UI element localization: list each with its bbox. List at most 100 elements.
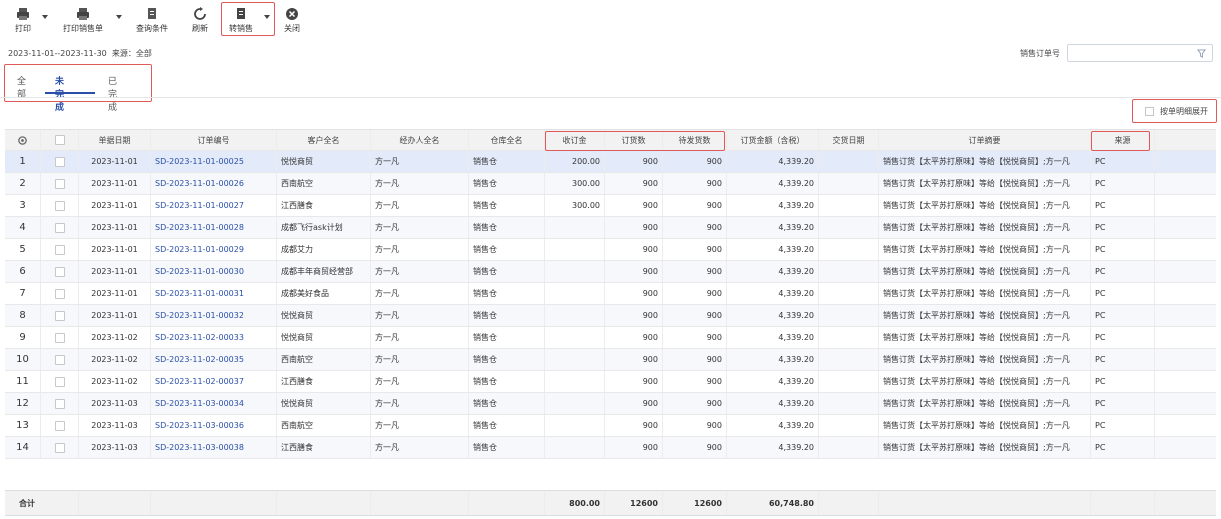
row-checkbox-cell[interactable]	[41, 217, 79, 238]
cell-order-no[interactable]: SD-2023-11-01-00031	[151, 283, 277, 304]
row-checkbox[interactable]	[54, 442, 65, 453]
table-row[interactable]: 13 2023-11-03 SD-2023-11-03-00036 西南航空 方一凡 销售…	[5, 415, 1216, 437]
query-button[interactable]: 查询条件	[132, 4, 172, 36]
cell-order-no[interactable]: SD-2023-11-03-00034	[151, 393, 277, 414]
col-delivery[interactable]: 交货日期	[819, 130, 879, 150]
table-row[interactable]: 10 2023-11-02 SD-2023-11-02-00035 西南航空 方一凡 销售…	[5, 349, 1216, 371]
row-checkbox[interactable]	[54, 244, 65, 255]
table-row[interactable]: 14 2023-11-03 SD-2023-11-03-00038 江西膳食 方一凡 销售…	[5, 437, 1216, 459]
cell-warehouse-text: 销售仓	[473, 311, 497, 320]
cell-source-text: PC	[1095, 267, 1106, 276]
print-sales-dropdown-caret[interactable]	[116, 15, 122, 19]
col-date[interactable]: 单据日期	[79, 130, 151, 150]
cell-order-no[interactable]: SD-2023-11-01-00032	[151, 305, 277, 326]
cell-order-no[interactable]: SD-2023-11-03-00038	[151, 437, 277, 458]
table-row[interactable]: 2 2023-11-01 SD-2023-11-01-00026 西南航空 方一凡 销售仓…	[5, 173, 1216, 195]
funnel-icon[interactable]	[1197, 49, 1206, 58]
col-handler[interactable]: 经办人全名	[371, 130, 469, 150]
cell-order-no[interactable]: SD-2023-11-01-00027	[151, 195, 277, 216]
row-checkbox[interactable]	[54, 398, 65, 409]
cell-order-no-text[interactable]: SD-2023-11-03-00038	[155, 443, 244, 452]
select-all-checkbox-cell[interactable]	[41, 130, 79, 150]
row-checkbox-cell[interactable]	[41, 305, 79, 326]
cell-order-no[interactable]: SD-2023-11-01-00026	[151, 173, 277, 194]
cell-order-no-text[interactable]: SD-2023-11-01-00025	[155, 157, 244, 166]
cell-order-no-text[interactable]: SD-2023-11-03-00034	[155, 399, 244, 408]
row-checkbox-cell[interactable]	[41, 173, 79, 194]
col-amount[interactable]: 订货金额（含税）	[727, 130, 819, 150]
cell-summary-text: 销售订货【太平苏打原味】等给【悦悦商贸】;方一凡	[883, 157, 1070, 166]
cell-order-no[interactable]: SD-2023-11-01-00029	[151, 239, 277, 260]
cell-order-no-text[interactable]: SD-2023-11-03-00036	[155, 421, 244, 430]
cell-order-no[interactable]: SD-2023-11-02-00033	[151, 327, 277, 348]
cell-order-no[interactable]: SD-2023-11-01-00025	[151, 151, 277, 172]
table-row[interactable]: 5 2023-11-01 SD-2023-11-01-00029 成都艾力 方一凡 销售仓…	[5, 239, 1216, 261]
row-checkbox[interactable]	[54, 376, 65, 387]
cell-order-no-text[interactable]: SD-2023-11-02-00037	[155, 377, 244, 386]
row-checkbox[interactable]	[54, 200, 65, 211]
table-row[interactable]: 6 2023-11-01 SD-2023-11-01-00030 成都丰年商贸经营部 方…	[5, 261, 1216, 283]
table-row[interactable]: 8 2023-11-01 SD-2023-11-01-00032 悦悦商贸 方一凡 销售仓…	[5, 305, 1216, 327]
table-row[interactable]: 11 2023-11-02 SD-2023-11-02-00037 江西膳食 方一凡 销售…	[5, 371, 1216, 393]
print-dropdown-caret[interactable]	[42, 15, 48, 19]
row-checkbox-cell[interactable]	[41, 415, 79, 436]
row-checkbox-cell[interactable]	[41, 327, 79, 348]
row-number: 3	[5, 195, 41, 216]
cell-customer: 成都艾力	[277, 239, 371, 260]
table-row[interactable]: 1 2023-11-01 SD-2023-11-01-00025 悦悦商贸 方一凡 销售仓…	[5, 151, 1216, 173]
row-checkbox[interactable]	[54, 354, 65, 365]
cell-order-no[interactable]: SD-2023-11-01-00028	[151, 217, 277, 238]
cell-qty: 900	[605, 393, 663, 414]
table-row[interactable]: 7 2023-11-01 SD-2023-11-01-00031 成都美好食品 方一凡 销…	[5, 283, 1216, 305]
row-checkbox-cell[interactable]	[41, 283, 79, 304]
table-row[interactable]: 4 2023-11-01 SD-2023-11-01-00028 成都飞行ask计划 方…	[5, 217, 1216, 239]
select-all-checkbox[interactable]	[54, 135, 65, 145]
row-checkbox[interactable]	[54, 288, 65, 299]
cell-source-text: PC	[1095, 311, 1106, 320]
cell-order-no-text[interactable]: SD-2023-11-01-00028	[155, 223, 244, 232]
cell-order-no-text[interactable]: SD-2023-11-02-00033	[155, 333, 244, 342]
cell-order-no[interactable]: SD-2023-11-02-00037	[151, 371, 277, 392]
row-checkbox-cell[interactable]	[41, 261, 79, 282]
cell-date: 2023-11-02	[79, 371, 151, 392]
col-warehouse[interactable]: 仓库全名	[469, 130, 545, 150]
col-summary[interactable]: 订单摘要	[879, 130, 1091, 150]
column-settings-button[interactable]	[5, 130, 41, 150]
row-checkbox-cell[interactable]	[41, 151, 79, 172]
print-button[interactable]: 打印	[10, 4, 36, 36]
row-checkbox[interactable]	[54, 178, 65, 189]
table-row[interactable]: 9 2023-11-02 SD-2023-11-02-00033 悦悦商贸 方一凡 销售仓…	[5, 327, 1216, 349]
col-customer[interactable]: 客户全名	[277, 130, 371, 150]
row-checkbox-cell[interactable]	[41, 349, 79, 370]
print-sales-button[interactable]: 打印销售单	[58, 4, 108, 36]
col-order-no[interactable]: 订单编号	[151, 130, 277, 150]
row-checkbox-cell[interactable]	[41, 371, 79, 392]
row-checkbox[interactable]	[54, 266, 65, 277]
row-checkbox[interactable]	[54, 222, 65, 233]
cell-order-no-text[interactable]: SD-2023-11-01-00032	[155, 311, 244, 320]
cell-order-no-text[interactable]: SD-2023-11-01-00026	[155, 179, 244, 188]
row-checkbox[interactable]	[54, 156, 65, 167]
cell-order-no-text[interactable]: SD-2023-11-01-00030	[155, 267, 244, 276]
table-row[interactable]: 12 2023-11-03 SD-2023-11-03-00034 悦悦商贸 方一凡 销售…	[5, 393, 1216, 415]
close-button[interactable]: 关闭	[282, 4, 302, 36]
row-checkbox[interactable]	[54, 332, 65, 343]
refresh-button[interactable]: 刷新	[188, 4, 212, 36]
table-row[interactable]: 3 2023-11-01 SD-2023-11-01-00027 江西膳食 方一凡 销售仓…	[5, 195, 1216, 217]
cell-order-no[interactable]: SD-2023-11-02-00035	[151, 349, 277, 370]
cell-order-no-text[interactable]: SD-2023-11-01-00027	[155, 201, 244, 210]
row-checkbox-cell[interactable]	[41, 239, 79, 260]
order-no-input[interactable]	[1067, 44, 1213, 62]
row-checkbox[interactable]	[54, 310, 65, 321]
row-checkbox-cell[interactable]	[41, 437, 79, 458]
row-checkbox-cell[interactable]	[41, 393, 79, 414]
cell-order-no-text[interactable]: SD-2023-11-02-00035	[155, 355, 244, 364]
cell-qty-text: 900	[642, 377, 658, 386]
cell-order-no[interactable]: SD-2023-11-03-00036	[151, 415, 277, 436]
row-number-text: 9	[19, 332, 26, 343]
row-checkbox-cell[interactable]	[41, 195, 79, 216]
cell-order-no-text[interactable]: SD-2023-11-01-00029	[155, 245, 244, 254]
cell-order-no-text[interactable]: SD-2023-11-01-00031	[155, 289, 244, 298]
cell-order-no[interactable]: SD-2023-11-01-00030	[151, 261, 277, 282]
row-checkbox[interactable]	[54, 420, 65, 431]
